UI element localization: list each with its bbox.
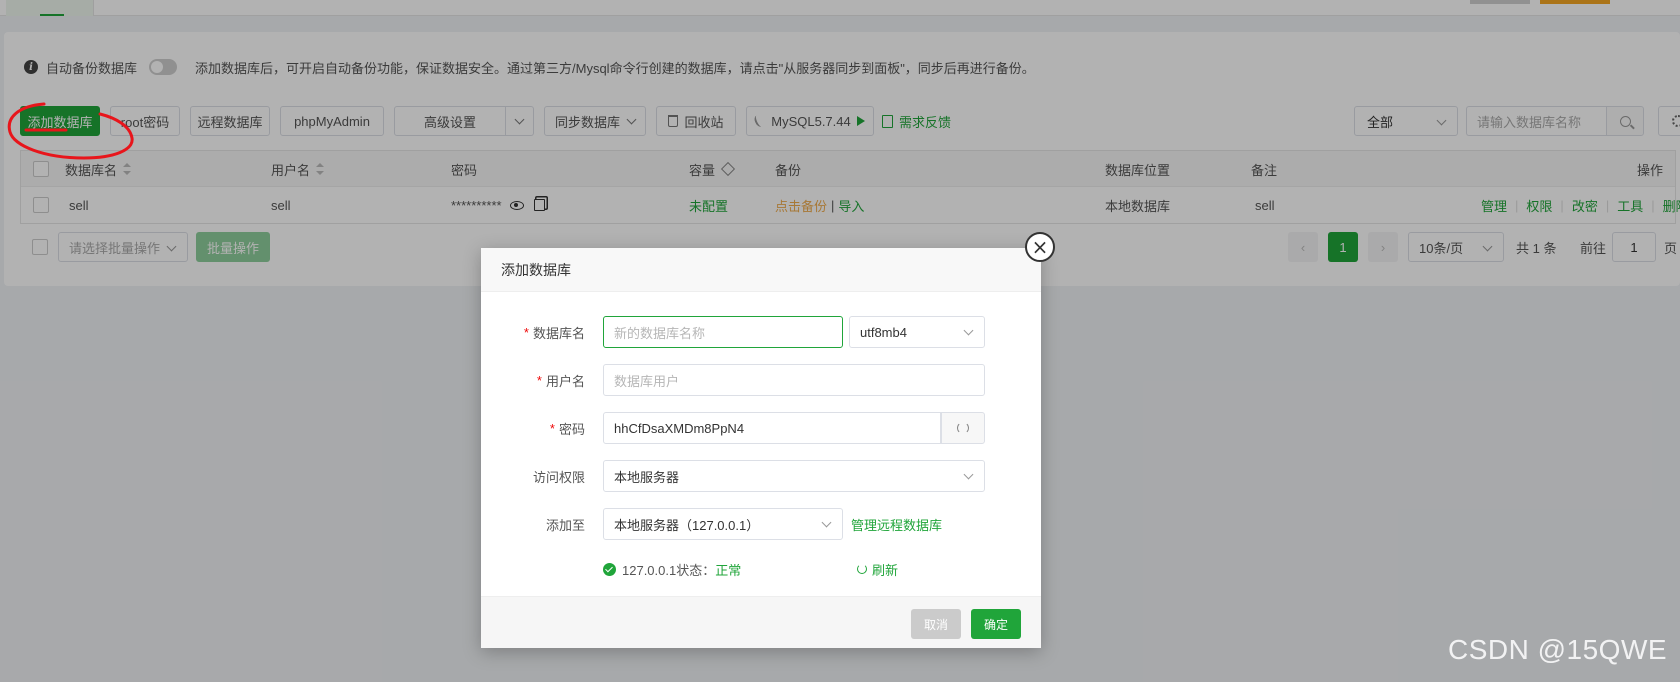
form-row-password: * 密码 hhCfDsaXMDm8PpN4 <box>481 412 1041 444</box>
charset-select[interactable]: utf8mb4 <box>849 316 985 348</box>
db-password-input[interactable]: hhCfDsaXMDm8PpN4 <box>603 412 941 444</box>
regenerate-password-button[interactable] <box>941 412 985 444</box>
server-status: 127.0.0.1状态： 正常 <box>603 560 741 578</box>
close-icon[interactable]: × <box>1025 232 1055 262</box>
db-user-label: * 用户名 <box>536 372 585 389</box>
form-row-access: 访问权限 本地服务器 <box>481 460 1041 492</box>
dialog-title: 添加数据库 <box>481 248 1041 292</box>
db-name-label: * 数据库名 <box>523 324 585 341</box>
confirm-button[interactable]: 确定 <box>971 609 1021 639</box>
chevron-down-icon <box>963 469 974 480</box>
db-user-input[interactable]: 数据库用户 <box>603 364 985 396</box>
add-to-label: 添加至 <box>545 517 585 533</box>
form-row-add-to: 添加至 本地服务器（127.0.0.1） 管理远程数据库 <box>481 508 1041 540</box>
add-database-dialog: 添加数据库 * 数据库名 新的数据库名称 utf8mb4 * 用户名 数据库用户 *… <box>481 248 1041 648</box>
access-select[interactable]: 本地服务器 <box>603 460 985 492</box>
cancel-button[interactable]: 取消 <box>911 609 961 639</box>
add-to-select[interactable]: 本地服务器（127.0.0.1） <box>603 508 843 540</box>
access-label: 访问权限 <box>532 469 585 485</box>
refresh-status-link[interactable]: 刷新 <box>857 560 898 578</box>
chevron-down-icon <box>963 325 974 336</box>
check-circle-icon <box>603 562 616 576</box>
status-value: 正常 <box>715 562 742 578</box>
csdn-watermark: CSDN @15QWE <box>1448 634 1668 665</box>
manage-remote-db-link[interactable]: 管理远程数据库 <box>851 508 942 540</box>
form-row-db-name: * 数据库名 新的数据库名称 utf8mb4 <box>481 316 1041 348</box>
form-row-user: * 用户名 数据库用户 <box>481 364 1041 396</box>
dialog-footer: 取消 确定 <box>481 596 1041 648</box>
refresh-icon <box>857 564 867 574</box>
refresh-icon <box>957 422 969 434</box>
db-password-label: * 密码 <box>549 420 585 437</box>
chevron-down-icon <box>821 517 832 528</box>
db-name-input[interactable]: 新的数据库名称 <box>603 316 843 348</box>
